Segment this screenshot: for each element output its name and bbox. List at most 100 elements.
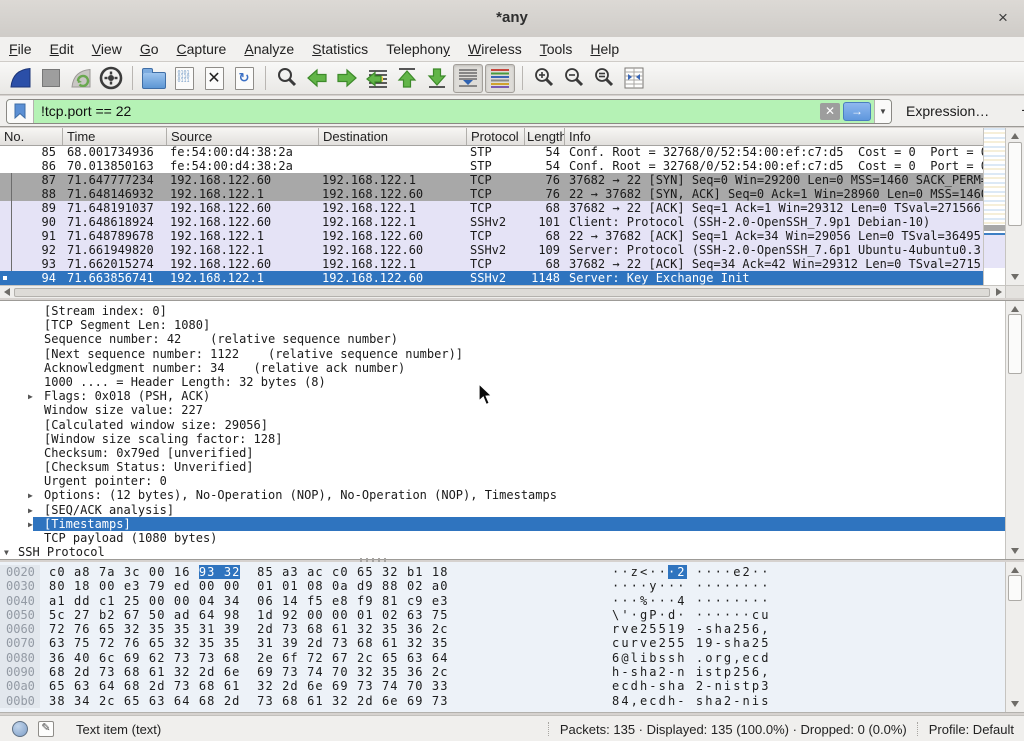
status-separator[interactable] [548,722,550,736]
start-capture-icon[interactable] [7,65,35,92]
expert-info-icon[interactable] [12,721,28,737]
colorize-packets-icon[interactable] [485,64,515,93]
detail-line[interactable]: ▶Flags: 0x018 (PSH, ACK) [0,389,1006,403]
profile-label[interactable]: Profile: Default [929,722,1014,737]
menu-item-analyze[interactable]: Analyze [235,37,303,61]
menu-item-statistics[interactable]: Statistics [303,37,377,61]
scrollbar-thumb[interactable] [14,288,990,297]
scrollbar-thumb[interactable] [1008,314,1022,374]
go-last-icon[interactable] [423,65,451,92]
hex-row-00b0[interactable]: 00b038 34 2c 65 63 64 68 2d 73 68 61 32 … [0,694,1006,708]
menu-item-wireless[interactable]: Wireless [459,37,531,61]
status-separator[interactable] [917,722,919,736]
packet-row-88[interactable]: 8871.648146932192.168.122.1192.168.122.6… [0,187,984,201]
column-header-destination[interactable]: Destination [319,128,467,145]
packet-row-85[interactable]: 8568.001734936fe:54:00:d4:38:2aSTP54Conf… [0,145,984,159]
scroll-down-icon[interactable] [1011,701,1019,707]
filter-history-dropdown-icon[interactable]: ▼ [874,100,891,123]
scrollbar-thumb[interactable] [1008,575,1022,601]
menu-item-help[interactable]: Help [581,37,628,61]
packet-list-horizontal-scrollbar[interactable] [0,285,1006,298]
detail-line[interactable]: ▶Options: (12 bytes), No-Operation (NOP)… [0,488,1006,502]
packet-row-89[interactable]: 8971.648191037192.168.122.60192.168.122.… [0,201,984,215]
scroll-left-icon[interactable] [4,288,10,296]
hex-ascii[interactable]: ··z<···2 ····e2·· [612,565,771,579]
go-first-icon[interactable] [393,65,421,92]
hex-bytes[interactable]: 68 2d 73 68 61 32 2d 6e 69 73 74 70 32 3… [49,665,449,679]
detail-line[interactable]: Sequence number: 42 (relative sequence n… [0,332,1006,346]
column-header-source[interactable]: Source [167,128,319,145]
expanded-arrow-icon[interactable]: ▼ [4,546,9,559]
filter-bookmark-icon[interactable] [7,100,34,123]
collapsed-arrow-icon[interactable]: ▶ [28,504,33,517]
packet-row-92[interactable]: 9271.661949820192.168.122.1192.168.122.6… [0,243,984,257]
menu-item-tools[interactable]: Tools [531,37,582,61]
scroll-down-icon[interactable] [1011,548,1019,554]
menu-item-file[interactable]: File [0,37,41,61]
collapsed-arrow-icon[interactable]: ▶ [28,518,33,531]
hex-row-0090[interactable]: 009068 2d 73 68 61 32 2d 6e 69 73 74 70 … [0,665,1006,679]
column-header-no[interactable]: No. [0,128,63,145]
detail-line[interactable]: Urgent pointer: 0 [0,474,1006,488]
scroll-down-icon[interactable] [1011,274,1019,280]
hex-ascii[interactable]: curve255 19-sha25 [612,636,771,650]
packet-row-90[interactable]: 9071.648618924192.168.122.60192.168.122.… [0,215,984,229]
packet-row-94[interactable]: 9471.663856741192.168.122.1192.168.122.6… [0,271,984,285]
reload-file-icon[interactable]: ↻ [230,65,258,92]
detail-line[interactable]: 1000 .... = Header Length: 32 bytes (8) [0,375,1006,389]
detail-line[interactable]: [Next sequence number: 1122 (relative se… [0,347,1006,361]
detail-line[interactable]: Window size value: 227 [0,403,1006,417]
add-filter-button-icon[interactable]: + [1015,101,1024,121]
packet-list-minimap[interactable] [983,128,1006,285]
hex-bytes[interactable]: 38 34 2c 65 63 64 68 2d 73 68 61 32 2d 6… [49,694,449,708]
menu-item-edit[interactable]: Edit [41,37,83,61]
packet-list-vertical-scrollbar[interactable] [1005,128,1024,285]
hex-bytes[interactable]: 80 18 00 e3 79 ed 00 00 01 01 08 0a d9 8… [49,579,449,593]
display-filter-input[interactable]: !tcp.port == 22 ✕ → ▼ [6,99,892,124]
packet-row-86[interactable]: 8670.013850163fe:54:00:d4:38:2aSTP54Conf… [0,159,984,173]
column-header-time[interactable]: Time [63,128,167,145]
zoom-in-icon[interactable] [530,65,558,92]
scroll-right-icon[interactable] [996,288,1002,296]
hex-ascii[interactable]: ecdh-sha 2-nistp3 [612,679,771,693]
scroll-up-icon[interactable] [1011,306,1019,312]
hex-ascii[interactable]: h-sha2-n istp256, [612,665,771,679]
menu-item-capture[interactable]: Capture [168,37,236,61]
hex-row-0050[interactable]: 00505c 27 b2 67 50 ad 64 98 1d 92 00 00 … [0,608,1006,622]
hex-bytes[interactable]: 65 63 64 68 2d 73 68 61 32 2d 6e 69 73 7… [49,679,449,693]
resize-columns-icon[interactable] [620,65,648,92]
packet-row-93[interactable]: 9371.662015274192.168.122.60192.168.122.… [0,257,984,271]
collapsed-arrow-icon[interactable]: ▶ [28,489,33,502]
detail-line[interactable]: [Calculated window size: 29056] [0,418,1006,432]
hex-row-0080[interactable]: 008036 40 6c 69 62 73 73 68 2e 6f 72 67 … [0,651,1006,665]
hex-bytes[interactable]: c0 a8 7a 3c 00 16 93 32 85 a3 ac c0 65 3… [49,565,449,579]
scrollbar-thumb[interactable] [1008,142,1022,226]
hex-ascii[interactable]: ····y··· ········ [612,579,771,593]
packet-row-87[interactable]: 8771.647777234192.168.122.60192.168.122.… [0,173,984,187]
scroll-up-icon[interactable] [1011,567,1019,573]
detail-line[interactable]: TCP payload (1080 bytes) [0,531,1006,545]
detail-line[interactable]: ▼SSH Protocol [0,545,1006,559]
hex-bytes[interactable]: 72 76 65 32 35 35 31 39 2d 73 68 61 32 3… [49,622,449,636]
filter-clear-icon[interactable]: ✕ [820,103,840,120]
hex-ascii[interactable]: ···%···4 ········ [612,594,771,608]
details-vertical-scrollbar[interactable] [1005,301,1024,559]
hex-bytes[interactable]: 63 75 72 76 65 32 35 35 31 39 2d 73 68 6… [49,636,449,650]
hex-row-0060[interactable]: 006072 76 65 32 35 35 31 39 2d 73 68 61 … [0,622,1006,636]
hex-ascii[interactable]: \'·gP·d· ······cu [612,608,771,622]
detail-line[interactable]: Checksum: 0x79ed [unverified] [0,446,1006,460]
auto-scroll-icon[interactable] [453,64,483,93]
hex-ascii[interactable]: 84,ecdh- sha2-nis [612,694,771,708]
save-file-icon[interactable]: 010101100111 [170,65,198,92]
filter-apply-icon[interactable]: → [843,102,871,121]
detail-line[interactable]: [Window size scaling factor: 128] [0,432,1006,446]
detail-line[interactable]: [Stream index: 0] [0,304,1006,318]
find-packet-icon[interactable] [273,65,301,92]
hex-bytes[interactable]: 5c 27 b2 67 50 ad 64 98 1d 92 00 00 01 0… [49,608,449,622]
hex-row-0070[interactable]: 007063 75 72 76 65 32 35 35 31 39 2d 73 … [0,636,1006,650]
menu-item-view[interactable]: View [83,37,131,61]
collapsed-arrow-icon[interactable]: ▶ [28,390,33,403]
detail-line[interactable]: ▶SSH Version 2 (encryption:chacha20-poly… [0,559,1006,560]
hex-row-0020[interactable]: 0020c0 a8 7a 3c 00 16 93 32 85 a3 ac c0 … [0,565,1006,579]
go-forward-icon[interactable] [333,65,361,92]
